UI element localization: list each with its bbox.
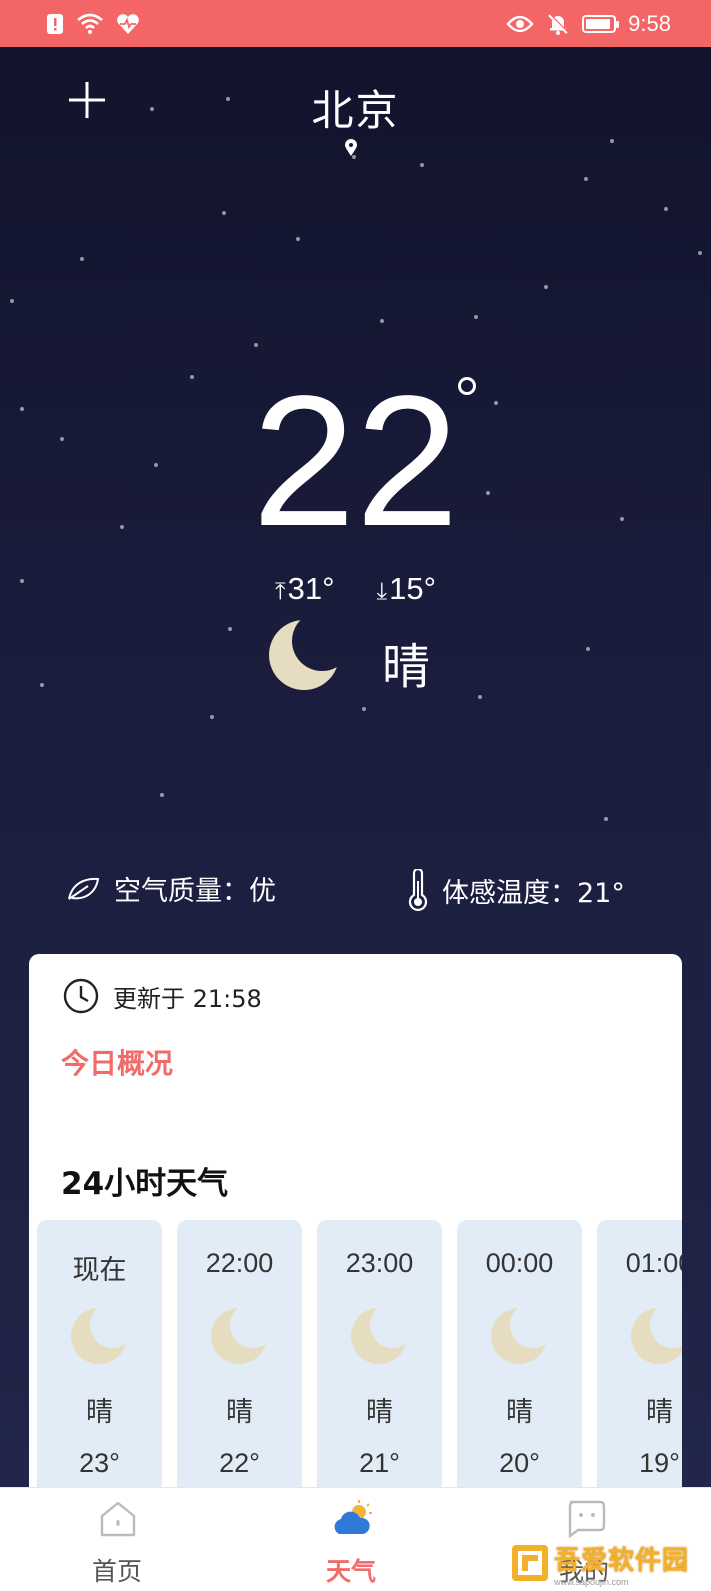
hourly-temp: 19°: [639, 1448, 680, 1478]
watermark-text: 吾爱软件园 www.sapoujin.com: [554, 1540, 689, 1587]
hourly-condition: 晴: [646, 1397, 673, 1428]
current-condition: 晴: [382, 639, 431, 695]
high-temp-value: 31°: [287, 571, 335, 606]
hourly-item[interactable]: 现在 晴 23°: [37, 1220, 162, 1510]
hourly-weather-title: 24小时天气: [61, 1166, 229, 1202]
location-pin-icon: [345, 139, 357, 156]
nav-weather[interactable]: 天气: [291, 1488, 411, 1591]
hourly-temp: 21°: [359, 1448, 400, 1478]
leaf-icon: [68, 877, 100, 900]
eye-icon: [506, 15, 534, 32]
low-temp-value: 15°: [389, 571, 436, 606]
hourly-item[interactable]: 22:00 晴 22°: [177, 1220, 302, 1510]
wifi-icon: [77, 13, 103, 34]
nav-weather-label: 天气: [325, 1557, 376, 1586]
watermark: 吾爱软件园 www.sapoujin.com: [510, 1538, 710, 1588]
info-row: 空气质量：优 体感温度：21°: [0, 869, 711, 913]
moon-icon: [211, 1308, 267, 1364]
chat-face-icon: [568, 1500, 606, 1539]
hourly-forecast-list[interactable]: 现在 晴 23° 22:00 晴 22° 23:00 晴 21° 00:00 晴…: [37, 1220, 682, 1520]
high-temp: ⤒31°: [275, 571, 335, 607]
mute-bell-icon: [548, 13, 569, 35]
alert-icon: [47, 13, 63, 34]
hourly-time: 22:00: [205, 1248, 274, 1278]
moon-icon: [351, 1308, 407, 1364]
hourly-item[interactable]: 00:00 晴 20°: [457, 1220, 582, 1510]
hourly-temp: 20°: [499, 1448, 540, 1478]
moon-icon: [71, 1308, 127, 1364]
air-quality: 空气质量：优: [66, 869, 276, 908]
low-temp: ⤓15°: [377, 571, 437, 607]
weather-detail-card: 更新于 21:58 今日概况 24小时天气 现在 晴 23° 22:00 晴 2…: [29, 954, 682, 1514]
hourly-time: 23:00: [345, 1248, 414, 1278]
status-left: [46, 13, 140, 35]
watermark-name: 吾爱软件园: [554, 1545, 690, 1576]
nav-home-label: 首页: [91, 1557, 142, 1586]
home-icon: [100, 1501, 136, 1537]
battery-icon: [582, 14, 620, 33]
nav-home[interactable]: 首页: [57, 1488, 177, 1591]
city-name[interactable]: 北京: [0, 77, 711, 138]
high-low-temps: ⤒31° ⤓15°: [0, 571, 711, 607]
status-bar: 9:58: [0, 0, 711, 47]
watermark-url: www.sapoujin.com: [554, 1576, 629, 1587]
moon-icon: [631, 1308, 682, 1364]
moon-icon: [269, 620, 339, 690]
clock-icon: [63, 978, 99, 1014]
hourly-time: 00:00: [485, 1248, 554, 1278]
arrow-up-icon: ⤒: [275, 578, 286, 605]
hourly-condition: 晴: [86, 1397, 113, 1428]
feels-like: 体感温度：21°: [406, 869, 625, 911]
air-quality-text: 空气质量：优: [114, 876, 276, 907]
update-row: 更新于 21:58: [63, 978, 262, 1014]
hourly-condition: 晴: [226, 1397, 253, 1428]
current-temperature: 22: [252, 358, 459, 565]
arrow-down-icon: ⤓: [376, 578, 388, 605]
thermometer-icon: [408, 869, 428, 911]
hourly-temp: 23°: [79, 1448, 120, 1478]
heart-rate-icon: [117, 13, 139, 34]
status-right: 9:58: [506, 11, 671, 37]
moon-icon: [491, 1308, 547, 1364]
weather-icon: [334, 1500, 372, 1534]
status-time: 9:58: [628, 10, 671, 36]
hourly-item[interactable]: 23:00 晴 21°: [317, 1220, 442, 1510]
watermark-logo-icon: [512, 1545, 548, 1581]
hourly-time: 现在: [72, 1255, 127, 1285]
hourly-temp: 22°: [219, 1448, 260, 1478]
hourly-condition: 晴: [506, 1397, 533, 1428]
update-time: 更新于 21:58: [113, 984, 262, 1013]
feels-like-text: 体感温度：21°: [442, 877, 625, 909]
hourly-time: 01:00: [625, 1248, 682, 1278]
today-overview-title: 今日概况: [61, 1047, 174, 1080]
hourly-condition: 晴: [366, 1397, 393, 1428]
degree-symbol: [458, 377, 476, 395]
hourly-item[interactable]: 01:00 晴 19°: [597, 1220, 682, 1510]
